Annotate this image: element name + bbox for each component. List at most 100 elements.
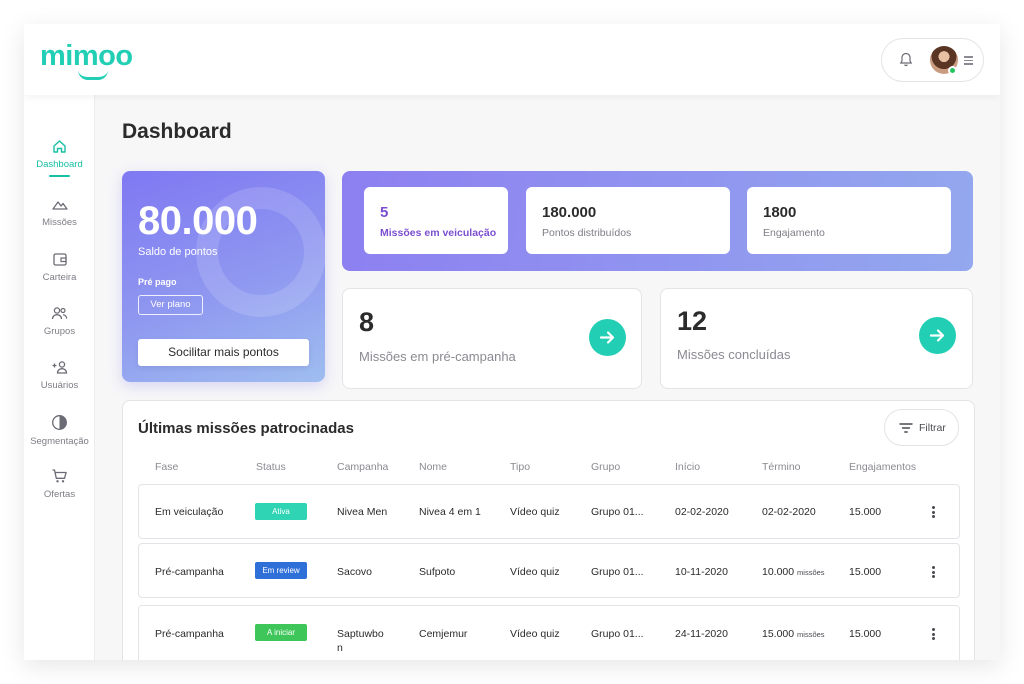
more-options-icon[interactable] bbox=[932, 506, 935, 518]
termino-value: 10.000 bbox=[762, 566, 795, 578]
home-icon bbox=[53, 140, 66, 153]
cell-grupo: Grupo 01... bbox=[591, 506, 644, 518]
filter-label: Filtrar bbox=[919, 422, 946, 434]
table-title: Últimas missões patrocinadas bbox=[138, 420, 354, 437]
points-value: 80.000 bbox=[138, 199, 258, 243]
stat-value: 1800 bbox=[763, 204, 797, 221]
sidebar-item-label: Carteira bbox=[42, 272, 77, 283]
cell-tipo: Vídeo quiz bbox=[510, 506, 560, 518]
pie-icon bbox=[52, 415, 67, 430]
pre-campaign-card: 8 Missões em pré-campanha bbox=[342, 288, 642, 389]
request-points-button[interactable]: Socilitar mais pontos bbox=[138, 339, 309, 366]
filter-icon bbox=[899, 423, 913, 433]
cell-engajamentos: 15.000 bbox=[849, 628, 882, 640]
cell-tipo: Vídeo quiz bbox=[510, 628, 560, 640]
cell-termino: 02-02-2020 bbox=[762, 506, 816, 518]
stat-engagement[interactable]: 1800 Engajamento bbox=[747, 187, 951, 254]
user-menu[interactable] bbox=[881, 38, 984, 82]
cell-fase: Em veiculação bbox=[155, 506, 224, 518]
stat-label: Missões em veiculação bbox=[380, 227, 497, 239]
termino-unit: missões bbox=[797, 630, 825, 639]
stats-band: 5 Missões em veiculação 180.000 Pontos d… bbox=[342, 171, 973, 271]
filter-button[interactable]: Filtrar bbox=[884, 409, 959, 446]
column-header-termino[interactable]: Término bbox=[762, 461, 801, 473]
count-label: Missões concluídas bbox=[677, 347, 791, 362]
table-row[interactable]: Pré-campanha Em review Sacovo Sufpoto Ví… bbox=[138, 543, 960, 598]
cell-campanha: Saptuwbo bbox=[337, 628, 384, 640]
mimoo-logo[interactable]: mimoo bbox=[40, 40, 133, 73]
column-header-campanha[interactable]: Campanha bbox=[337, 461, 388, 473]
sidebar-item-carteira[interactable]: Carteira bbox=[24, 252, 95, 298]
cell-campanha: Sacovo bbox=[337, 566, 373, 578]
logo-smile bbox=[78, 70, 108, 80]
stat-value: 180.000 bbox=[542, 204, 597, 221]
cell-termino: 15.000 missões bbox=[762, 628, 825, 640]
table-row[interactable]: Em veiculação Ativa Nivea Men Nivea 4 em… bbox=[138, 484, 960, 539]
more-options-icon[interactable] bbox=[932, 628, 935, 640]
bell-icon[interactable] bbox=[899, 52, 913, 68]
cart-icon bbox=[52, 469, 67, 483]
sidebar-item-dashboard[interactable]: Dashboard bbox=[24, 139, 95, 185]
status-badge: Ativa bbox=[255, 503, 307, 520]
stat-value: 5 bbox=[380, 204, 389, 221]
menu-icon[interactable] bbox=[964, 56, 973, 65]
column-header-engajamentos[interactable]: Engajamentos bbox=[849, 461, 916, 473]
pre-campaign-arrow-button[interactable] bbox=[589, 319, 626, 356]
top-bar: mimoo bbox=[24, 24, 1000, 95]
column-header-grupo[interactable]: Grupo bbox=[591, 461, 620, 473]
sidebar-item-label: Usuários bbox=[40, 380, 79, 391]
completed-arrow-button[interactable] bbox=[919, 317, 956, 354]
sidebar-item-segmentacao[interactable]: Segmentação bbox=[24, 414, 95, 460]
cell-nome: Nivea 4 em 1 bbox=[419, 506, 481, 518]
sidebar-item-label: Dashboard bbox=[36, 159, 83, 170]
sidebar-item-ofertas[interactable]: Ofertas bbox=[24, 468, 95, 514]
missions-table-card: Últimas missões patrocinadas Filtrar Fas… bbox=[122, 400, 975, 660]
sidebar-item-grupos[interactable]: Grupos bbox=[24, 306, 95, 352]
points-label: Saldo de pontos bbox=[138, 246, 218, 258]
column-header-inicio[interactable]: Início bbox=[675, 461, 700, 473]
page-title: Dashboard bbox=[122, 120, 232, 143]
cell-campanha: Nivea Men bbox=[337, 506, 388, 518]
sidebar-item-usuarios[interactable]: Usuários bbox=[24, 360, 95, 406]
stat-label: Engajamento bbox=[763, 227, 825, 239]
cell-tipo: Vídeo quiz bbox=[510, 566, 560, 578]
sidebar-item-label: Segmentação bbox=[30, 436, 89, 447]
cell-fase: Pré-campanha bbox=[155, 628, 224, 640]
add-user-icon bbox=[52, 361, 68, 374]
cell-fase: Pré-campanha bbox=[155, 566, 224, 578]
sidebar-item-missoes[interactable]: Missões bbox=[24, 198, 95, 244]
online-status-dot bbox=[948, 66, 957, 75]
cell-campanha-wrap: n bbox=[337, 642, 343, 654]
column-header-tipo[interactable]: Tipo bbox=[510, 461, 530, 473]
sidebar-item-label: Grupos bbox=[43, 326, 76, 337]
table-row[interactable]: Pré-campanha A iniciar Saptuwbo n Cemjem… bbox=[138, 605, 960, 660]
column-header-status[interactable]: Status bbox=[256, 461, 286, 473]
count-value: 8 bbox=[359, 307, 375, 337]
termino-unit: missões bbox=[797, 568, 825, 577]
more-options-icon[interactable] bbox=[932, 566, 935, 578]
group-icon bbox=[51, 307, 68, 320]
cell-nome: Cemjemur bbox=[419, 628, 468, 640]
status-badge: Em review bbox=[255, 562, 307, 579]
count-label: Missões em pré-campanha bbox=[359, 349, 516, 364]
column-header-fase[interactable]: Fase bbox=[155, 461, 178, 473]
active-indicator bbox=[49, 175, 70, 177]
view-plan-button[interactable]: Ver plano bbox=[138, 295, 203, 315]
cell-nome: Sufpoto bbox=[419, 566, 456, 578]
cell-grupo: Grupo 01... bbox=[591, 628, 644, 640]
sidebar: Dashboard Missões Carteira Grupos Usuári… bbox=[24, 95, 95, 660]
points-balance-card: 80.000 Saldo de pontos Pré pago Ver plan… bbox=[122, 171, 325, 382]
sidebar-item-label: Missões bbox=[42, 217, 77, 228]
termino-value: 15.000 bbox=[762, 628, 795, 640]
column-header-nome[interactable]: Nome bbox=[419, 461, 447, 473]
sidebar-item-label: Ofertas bbox=[43, 489, 76, 500]
cell-engajamentos: 15.000 bbox=[849, 566, 882, 578]
cell-inicio: 10-11-2020 bbox=[675, 566, 728, 578]
stat-missions-running[interactable]: 5 Missões em veiculação bbox=[364, 187, 508, 254]
cell-inicio: 02-02-2020 bbox=[675, 506, 729, 518]
cell-termino: 10.000 missões bbox=[762, 566, 825, 578]
stat-points-distributed[interactable]: 180.000 Pontos distribuídos bbox=[526, 187, 730, 254]
plan-type: Pré pago bbox=[138, 277, 177, 287]
mountain-icon bbox=[51, 201, 68, 210]
count-value: 12 bbox=[677, 306, 708, 336]
